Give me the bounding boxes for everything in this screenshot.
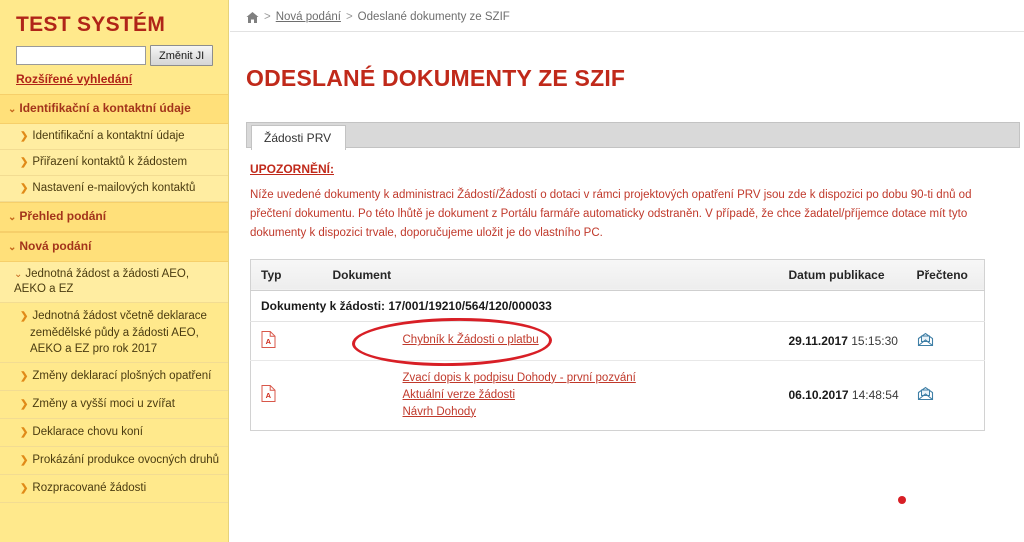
tab-panel: UPOZORNĚNÍ: Níže uvedené dokumenty k adm…	[230, 148, 1024, 431]
brand-title: TEST SYSTÉM	[16, 13, 166, 36]
notice-title: UPOZORNĚNÍ:	[250, 161, 334, 176]
arrow-right-icon: ❯	[20, 399, 29, 410]
group-label: Dokumenty k žádosti: 17/001/19210/564/12…	[250, 290, 985, 322]
publication-date: 29.11.2017	[788, 333, 848, 348]
sidebar-item-nastaven-e-mailov-ch-kontakt[interactable]: ❯ Nastavení e-mailových kontaktů	[0, 176, 228, 202]
pdf-icon: A	[261, 330, 276, 348]
publication-date: 06.10.2017	[788, 388, 849, 403]
cell-typ: A	[250, 321, 323, 361]
document-link[interactable]: Aktuální verze žádosti	[333, 387, 773, 404]
sidebar-item-p-ehled-pod-n[interactable]: ⌄ Přehled podání	[0, 202, 228, 232]
breadcrumb: > Nová podání > Odeslané dokumenty ze SZ…	[230, 0, 1024, 32]
table-group-row: Dokumenty k žádosti: 17/001/19210/564/12…	[250, 290, 985, 322]
sidebar-item-label: Přiřazení kontaktů k žádostem	[32, 156, 188, 168]
chevron-down-icon: ⌄	[8, 104, 17, 115]
publication-time: 15:15:30	[851, 333, 898, 348]
breadcrumb-link-nova-podani[interactable]: Nová podání	[276, 11, 341, 23]
cell-precteno	[906, 360, 985, 431]
breadcrumb-separator-2: >	[345, 10, 353, 23]
pdf-icon: A	[261, 385, 276, 403]
svg-text:A: A	[266, 391, 272, 400]
arrow-right-icon: ❯	[20, 371, 29, 382]
svg-text:A: A	[266, 337, 272, 346]
sidebar-item-label: Přehled podání	[19, 209, 107, 223]
column-header-datum-publikace: Datum publikace	[778, 259, 907, 291]
cell-precteno	[906, 321, 985, 361]
sidebar-item-label: Identifikační a kontaktní údaje	[32, 130, 185, 142]
sidebar-item-label: Jednotná žádost a žádosti AEO, AEKO a EZ	[14, 268, 190, 295]
breadcrumb-current: Odeslané dokumenty ze SZIF	[357, 10, 510, 23]
envelope-open-icon[interactable]	[917, 386, 933, 401]
tab-strip: Žádosti PRV	[246, 121, 1020, 150]
sidebar-item-label: Identifikační a kontaktní údaje	[19, 101, 191, 115]
publication-time: 14:48:54	[851, 388, 899, 403]
search-input[interactable]	[16, 46, 146, 65]
column-header-dokument: Dokument	[322, 259, 779, 291]
arrow-right-icon: ❯	[20, 183, 29, 194]
arrow-right-icon: ❯	[20, 427, 29, 438]
sidebar-item-label: Rozpracované žádosti	[32, 482, 147, 494]
sidebar-nav: ⌄ Identifikační a kontaktní údaje ❯ Identif…	[0, 94, 228, 503]
sidebar-item-label: Změny a vyšší moci u zvířat	[32, 398, 175, 410]
arrow-right-icon: ❯	[20, 483, 29, 494]
table-header-row: Typ Dokument Datum publikace Přečteno	[250, 259, 985, 291]
sidebar-item-label: Deklarace chovu koní	[32, 426, 143, 438]
sidebar-item-prok-z-n-produkce-ovocn-ch-druh[interactable]: ❯ Prokázání produkce ovocných druhů	[0, 447, 228, 475]
sidebar-item-label: Změny deklarací plošných opatření	[32, 370, 212, 382]
sidebar: TEST SYSTÉM Změnit JI Rozšířené vyhledán…	[0, 0, 229, 542]
column-header-precteno: Přečteno	[906, 259, 985, 291]
breadcrumb-separator-1: >	[264, 10, 271, 23]
sidebar-item-rozpracovan-dosti[interactable]: ❯ Rozpracované žádosti	[0, 475, 228, 503]
documents-table-head: Typ Dokument Datum publikace Přečteno	[250, 259, 985, 291]
chevron-down-icon: ⌄	[8, 212, 17, 223]
sidebar-item-identifika-n-a-kontaktn-daje[interactable]: ❯ Identifikační a kontaktní údaje	[0, 124, 228, 150]
page-title: ODESLANÉ DOKUMENTY ZE SZIF	[246, 65, 626, 92]
chevron-down-icon: ⌄	[14, 269, 23, 280]
documents-table: Typ Dokument Datum publikace Přečteno Do…	[250, 258, 985, 431]
arrow-right-icon: ❯	[20, 311, 29, 322]
arrow-right-icon: ❯	[20, 455, 29, 466]
sidebar-item-label: Prokázání produkce ovocných druhů	[32, 454, 220, 466]
sidebar-item-nov-pod-n[interactable]: ⌄ Nová podání	[0, 232, 228, 262]
sidebar-search-row: Změnit JI	[0, 43, 228, 66]
sidebar-item-label: Jednotná žádost včetně deklarace zeměděl…	[30, 310, 207, 355]
document-link[interactable]: Chybník k Žádosti o platbu	[333, 332, 773, 349]
cell-datum-publikace: 06.10.2017 14:48:54	[778, 360, 907, 431]
notice-text: Níže uvedené dokumenty k administraci Žá…	[250, 188, 972, 239]
main-content: > Nová podání > Odeslané dokumenty ze SZ…	[230, 0, 1024, 542]
documents-table-body: Dokumenty k žádosti: 17/001/19210/564/12…	[250, 290, 985, 431]
sidebar-item-label: Nová podání	[19, 239, 92, 253]
sidebar-item-zm-ny-deklarac-plo-n-ch-opat-en[interactable]: ❯ Změny deklarací plošných opatření	[0, 363, 228, 391]
advanced-search-link[interactable]: Rozšířené vyhledání	[0, 66, 228, 94]
envelope-open-icon[interactable]	[917, 332, 933, 346]
sidebar-item-label: Nastavení e-mailových kontaktů	[32, 182, 196, 194]
sidebar-item-p-i-azen-kontakt-k-dostem[interactable]: ❯ Přiřazení kontaktů k žádostem	[0, 150, 228, 176]
change-ji-button[interactable]: Změnit JI	[150, 45, 214, 66]
column-header-typ: Typ	[250, 259, 323, 291]
table-row: A Chybník k Žádosti o platbu 29.11.2017 15…	[250, 321, 985, 361]
sidebar-item-identifika-n-a-kontaktn-daje[interactable]: ⌄ Identifikační a kontaktní údaje	[0, 94, 228, 124]
cell-datum-publikace: 29.11.2017 15:15:30	[778, 321, 907, 361]
cell-typ: A	[250, 360, 323, 431]
home-icon[interactable]	[246, 12, 259, 23]
sidebar-item-zm-ny-a-vy-moci-u-zv-at[interactable]: ❯ Změny a vyšší moci u zvířat	[0, 391, 228, 419]
document-link[interactable]: Zvací dopis k podpisu Dohody - první poz…	[333, 370, 773, 387]
cell-dokument: Zvací dopis k podpisu Dohody - první poz…	[322, 360, 779, 431]
table-row: A Zvací dopis k podpisu Dohody - první po…	[250, 360, 985, 431]
red-dot-marker	[898, 496, 906, 504]
cell-dokument: Chybník k Žádosti o platbu	[322, 321, 779, 361]
chevron-down-icon: ⌄	[8, 242, 17, 253]
document-link[interactable]: Návrh Dohody	[333, 404, 773, 421]
arrow-right-icon: ❯	[20, 157, 29, 168]
sidebar-item-deklarace-chovu-kon[interactable]: ❯ Deklarace chovu koní	[0, 419, 228, 447]
arrow-right-icon: ❯	[20, 131, 29, 142]
sidebar-item-jednotn-dost-a-dosti-aeo-aeko-a-ez[interactable]: ⌄ Jednotná žádost a žádosti AEO, AEKO a E…	[0, 262, 228, 303]
page-root: TEST SYSTÉM Změnit JI Rozšířené vyhledán…	[0, 0, 1024, 542]
sidebar-item-jednotn-dost-v-etn-deklarace-zem-d-lsk-p[interactable]: ❯ Jednotná žádost včetně deklarace zemědě…	[0, 303, 228, 363]
tab-zadosti-prv[interactable]: Žádosti PRV	[251, 124, 347, 150]
